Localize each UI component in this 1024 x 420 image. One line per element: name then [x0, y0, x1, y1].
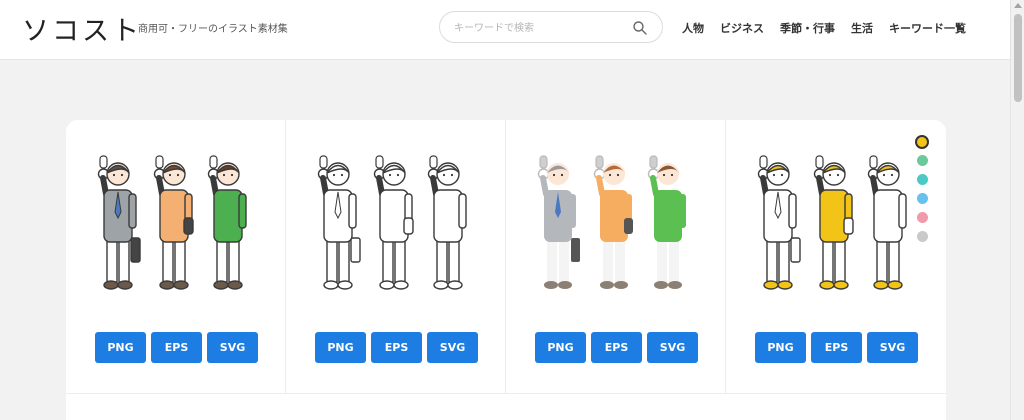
download-eps-button[interactable]: EPS [371, 332, 422, 363]
download-svg-button[interactable]: SVG [867, 332, 918, 363]
scroll-up-arrow-icon[interactable] [1014, 3, 1022, 8]
search-box [439, 11, 663, 43]
download-buttons: PNG EPS SVG [315, 332, 478, 363]
illustration-card: PNG EPS SVG [726, 120, 946, 394]
nav-item-life[interactable]: 生活 [851, 20, 873, 36]
illustration-card: PNG EPS SVG [506, 120, 726, 394]
download-buttons: PNG EPS SVG [755, 332, 918, 363]
nav-item-keyword-list[interactable]: キーワード一覧 [889, 20, 966, 36]
illustration-card: PNG EPS SVG [286, 120, 506, 394]
site-tagline: 商用可・フリーのイラスト素材集 [138, 24, 288, 35]
scrollbar-thumb[interactable] [1014, 14, 1022, 102]
illustration-image[interactable] [90, 154, 262, 302]
download-buttons: PNG EPS SVG [535, 332, 698, 363]
download-svg-button[interactable]: SVG [207, 332, 258, 363]
nav-item-people[interactable]: 人物 [682, 20, 704, 36]
download-buttons: PNG EPS SVG [95, 332, 258, 363]
download-eps-button[interactable]: EPS [811, 332, 862, 363]
search-input[interactable] [454, 19, 624, 37]
illustration-image[interactable] [310, 154, 482, 302]
illustration-image[interactable] [530, 154, 702, 302]
color-swatch[interactable] [916, 155, 928, 166]
color-swatch[interactable] [916, 193, 928, 204]
color-swatch[interactable] [915, 135, 929, 149]
color-swatch[interactable] [916, 231, 928, 242]
site-header: ソコスト 商用可・フリーのイラスト素材集 人物 ビジネス 季節・行事 生活 キー… [0, 0, 1010, 60]
download-eps-button[interactable]: EPS [151, 332, 202, 363]
download-svg-button[interactable]: SVG [427, 332, 478, 363]
main-nav: 人物 ビジネス 季節・行事 生活 キーワード一覧 [682, 20, 966, 36]
site-logo[interactable]: ソコスト [22, 9, 142, 48]
search-icon[interactable] [632, 20, 648, 36]
color-swatch[interactable] [916, 212, 928, 223]
illustration-card: PNG EPS SVG [66, 120, 286, 394]
nav-item-business[interactable]: ビジネス [720, 20, 764, 36]
download-eps-button[interactable]: EPS [591, 332, 642, 363]
download-png-button[interactable]: PNG [755, 332, 806, 363]
scrollbar[interactable] [1010, 0, 1024, 420]
download-png-button[interactable]: PNG [315, 332, 366, 363]
illustration-image[interactable] [750, 154, 922, 302]
download-svg-button[interactable]: SVG [647, 332, 698, 363]
download-png-button[interactable]: PNG [95, 332, 146, 363]
color-swatch[interactable] [916, 174, 928, 185]
illustration-grid: PNG EPS SVG PNG EPS SVG PNG EPS SVG PNG … [66, 120, 946, 420]
nav-item-seasons-events[interactable]: 季節・行事 [780, 20, 835, 36]
download-png-button[interactable]: PNG [535, 332, 586, 363]
